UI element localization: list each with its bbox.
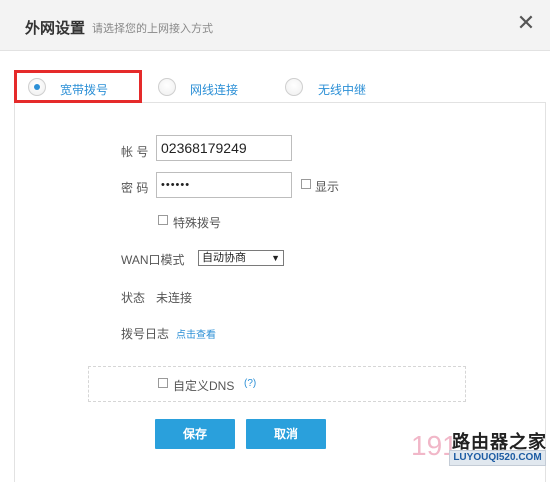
wan-mode-value: 自动协商 — [202, 252, 246, 264]
dialog-subtitle: 请选择您的上网接入方式 — [92, 23, 213, 35]
save-button[interactable]: 保存 — [155, 419, 235, 449]
show-password-checkbox[interactable] — [301, 179, 311, 189]
tab-broadband-radio[interactable] — [28, 78, 46, 96]
tab-cable-radio[interactable] — [158, 78, 176, 96]
status-label: 状态 — [121, 291, 146, 305]
wan-mode-label: WAN口模式 — [121, 253, 185, 267]
special-dial-label: 特殊拨号 — [173, 216, 222, 230]
dropdown-arrow-icon: ▼ — [271, 253, 280, 263]
tab-cable-label[interactable]: 网线连接 — [190, 81, 238, 98]
cancel-button[interactable]: 取消 — [246, 419, 326, 449]
account-input[interactable]: 02368179249 — [156, 135, 292, 161]
close-icon[interactable]: ✕ — [515, 12, 537, 34]
tab-wireless-relay-label[interactable]: 无线中继 — [318, 81, 366, 98]
wan-mode-select[interactable]: 自动协商 ▼ — [198, 250, 284, 266]
dialog-header: 外网设置 请选择您的上网接入方式 ✕ — [0, 0, 550, 51]
dial-log-view-link[interactable]: 点击查看 — [176, 326, 216, 341]
tab-wireless-relay-radio[interactable] — [285, 78, 303, 96]
dialog-title: 外网设置 — [25, 20, 86, 37]
custom-dns-label: 自定义DNS — [173, 379, 235, 393]
status-value: 未连接 — [156, 291, 193, 305]
show-password-label: 显示 — [315, 180, 340, 194]
watermark-url: LUYOUQI520.COM — [449, 450, 546, 466]
dns-help-link[interactable]: (?) — [244, 378, 256, 389]
custom-dns-checkbox[interactable] — [158, 378, 168, 388]
password-label: 密 码 — [121, 181, 149, 195]
account-label: 帐 号 — [121, 145, 149, 159]
password-input[interactable]: •••••• — [156, 172, 292, 198]
tab-broadband-label[interactable]: 宽带拨号 — [60, 81, 108, 98]
custom-dns-section — [88, 366, 466, 402]
dial-log-label: 拨号日志 — [121, 327, 170, 341]
special-dial-checkbox[interactable] — [158, 215, 168, 225]
